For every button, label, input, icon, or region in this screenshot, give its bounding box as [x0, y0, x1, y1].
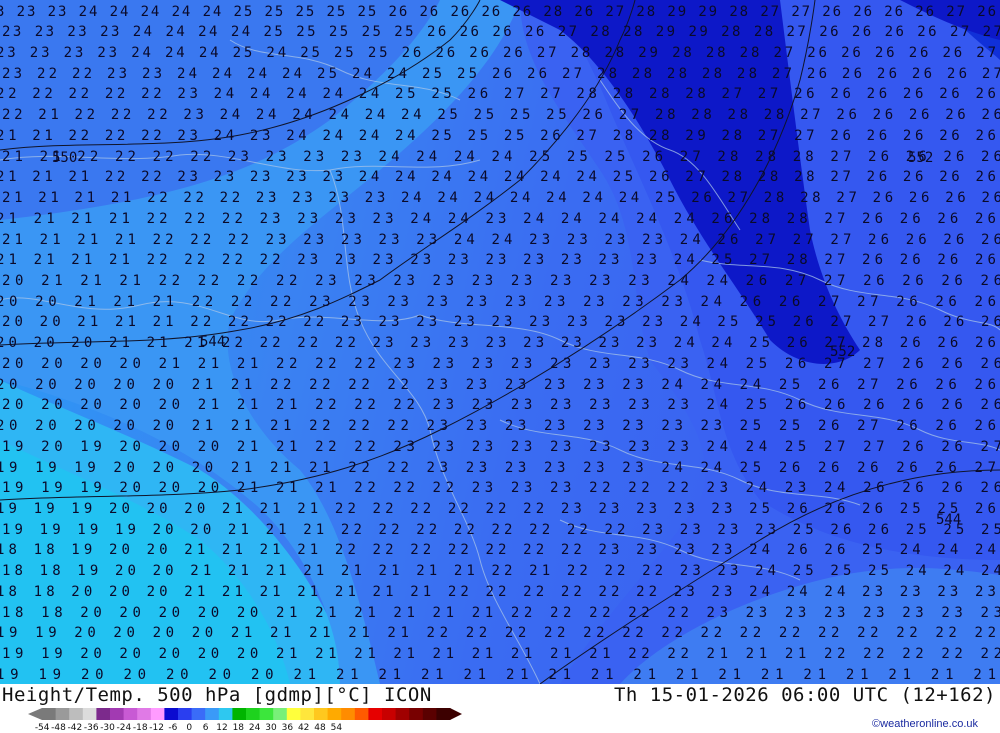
legend-arrow-left	[28, 708, 42, 720]
legend-tick: 24	[248, 723, 261, 733]
legend-swatch	[110, 708, 125, 720]
legend-swatch	[205, 708, 220, 720]
legend-swatch	[96, 708, 111, 720]
legend-swatch	[123, 708, 138, 720]
legend-swatch	[409, 708, 424, 720]
footer: Height/Temp. 500 hPa [gdmp][°C] ICON Th …	[0, 684, 1000, 733]
temperature-field: 3 23 23 24 24 24 24 24 25 25 25 25 25 26…	[0, 0, 1000, 684]
legend-tick: 0	[186, 723, 193, 733]
legend-tick: -24	[116, 723, 132, 733]
legend-swatch	[354, 708, 369, 720]
legend-swatch	[150, 708, 165, 720]
legend-tick: 18	[232, 723, 245, 733]
contour-label-row: 22 21 22 22 22 23 24 24 24 24 24 24 25 2…	[2, 107, 1000, 123]
legend-swatch	[82, 708, 97, 720]
credit-link[interactable]: ©weatheronline.co.uk	[872, 718, 978, 730]
legend-tick: -42	[67, 723, 83, 733]
legend-tick: -6	[168, 723, 178, 733]
legend-swatch	[218, 708, 233, 720]
contour-label-row: 21 21 21 22 22 23 23 23 23 23 24 24 24 2…	[0, 169, 996, 185]
contour-label-row: 20 20 20 20 20 21 21 21 22 22 22 23 23 2…	[2, 397, 1000, 413]
legend-tick: 42	[297, 723, 310, 733]
contour-label-row: 22 22 22 22 22 23 24 24 24 24 24 25 25 2…	[0, 86, 996, 102]
legend-arrow-right	[450, 708, 462, 720]
legend-tick: -54	[34, 723, 50, 733]
contour-label-row: 19 20 19 20 20 20 21 21 22 22 23 23 23 2…	[2, 439, 1000, 455]
legend-swatch	[395, 708, 410, 720]
legend-swatch	[314, 708, 329, 720]
legend-tick: 12	[216, 723, 228, 733]
legend-swatch	[341, 708, 356, 720]
contour-label-row: 21 21 22 22 22 23 24 23 24 24 24 24 25 2…	[0, 128, 996, 144]
legend-swatch	[327, 708, 342, 720]
legend-swatch	[191, 708, 206, 720]
contour-label-row: 18 18 20 20 20 20 20 21 21 21 21 21 21 2…	[2, 605, 1000, 621]
legend-swatch	[69, 708, 84, 720]
legend-tick: -48	[51, 723, 66, 733]
weather-map: 3 23 23 24 24 24 24 24 25 25 25 25 25 26…	[0, 0, 1000, 684]
place-label: 552	[908, 150, 933, 166]
contour-label-row: 23 23 23 23 24 24 24 25 24 25 25 25 26 2…	[0, 45, 996, 61]
contour-label-row: 19 19 19 20 20 20 21 21 21 22 22 22 23 2…	[2, 480, 1000, 496]
legend-swatch	[137, 708, 152, 720]
contour-label-row: 21 21 21 21 22 22 22 23 23 23 23 24 24 2…	[2, 190, 1000, 206]
place-label: 550	[52, 150, 77, 166]
chart-title: Height/Temp. 500 hPa [gdmp][°C] ICON	[2, 684, 432, 706]
legend-swatch	[382, 708, 397, 720]
valid-time: Th 15-01-2026 06:00 UTC (12+162)	[613, 684, 996, 706]
legend-swatch	[286, 708, 301, 720]
legend-swatch	[273, 708, 288, 720]
legend-swatch	[55, 708, 70, 720]
legend-tick: 6	[202, 723, 209, 733]
place-label: 544	[200, 334, 225, 350]
legend-ticks: -54 -48 -42 -36 -30 -24 -18 -12 -6 0 6 12 18 24 30 36 42…	[34, 723, 345, 733]
color-legend	[28, 708, 462, 720]
legend-tick: -12	[149, 723, 164, 733]
legend-swatch	[164, 708, 179, 720]
legend-swatch	[300, 708, 315, 720]
legend-tick: 36	[281, 723, 294, 733]
legend-swatch	[422, 708, 437, 720]
legend-swatch	[232, 708, 247, 720]
legend-tick: -18	[132, 723, 148, 733]
legend-swatch	[259, 708, 274, 720]
legend-tick: 54	[330, 723, 343, 733]
legend-swatch	[42, 708, 57, 720]
legend-tick: 48	[314, 723, 326, 733]
legend-swatch	[178, 708, 193, 720]
legend-swatch	[246, 708, 261, 720]
place-label: 544	[936, 512, 961, 528]
place-label: 552	[830, 344, 855, 360]
legend-swatch	[436, 708, 451, 720]
legend-swatch	[368, 708, 383, 720]
legend-tick: -36	[83, 723, 99, 733]
legend-tick: 30	[265, 723, 277, 733]
contour-label-row: 19 19 20 20 20 20 20 21 21 21 21 21 21 2…	[2, 646, 1000, 662]
contour-label-row: 20 21 21 21 22 22 22 22 23 23 23 23 23 2…	[2, 273, 1000, 289]
legend-tick: -30	[100, 723, 115, 733]
